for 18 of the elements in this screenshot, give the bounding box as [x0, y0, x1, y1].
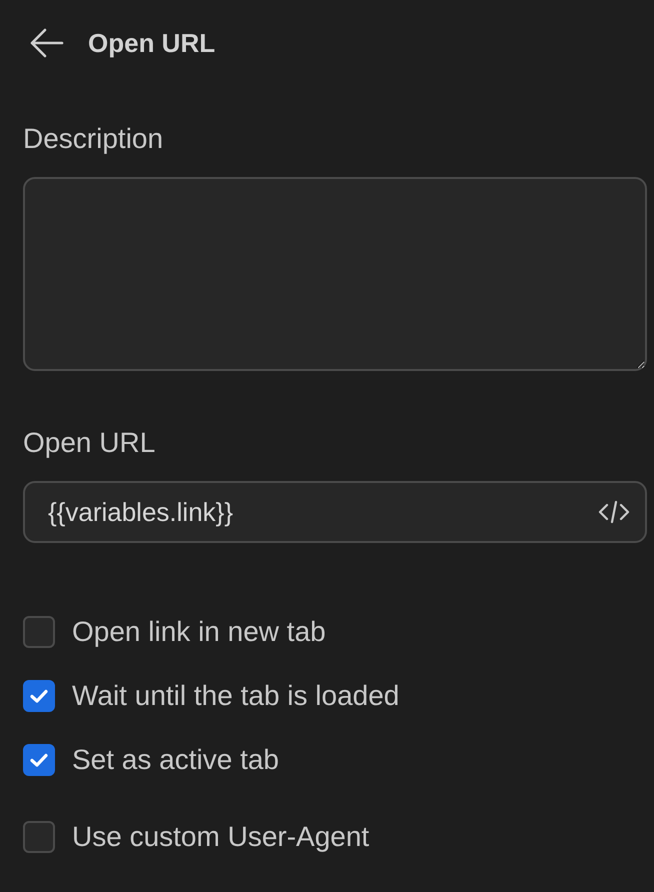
check-icon: [30, 753, 48, 767]
checkbox[interactable]: [23, 821, 55, 853]
check-icon: [30, 689, 48, 703]
back-button[interactable]: [30, 28, 64, 58]
checkbox-label[interactable]: Set as active tab: [72, 743, 280, 777]
field-label: Open URL: [23, 426, 156, 460]
checkbox[interactable]: [23, 744, 55, 776]
checkbox[interactable]: [23, 616, 55, 648]
checkbox-label[interactable]: Wait until the tab is loaded: [72, 679, 400, 713]
description-field[interactable]: [23, 177, 647, 371]
url-field[interactable]: {{variables.link}}: [23, 481, 647, 543]
code-icon[interactable]: [598, 500, 630, 524]
field-label: Description: [23, 122, 164, 156]
page-title: Open URL: [88, 27, 216, 60]
checkbox-label[interactable]: Open link in new tab: [72, 615, 326, 649]
checkbox[interactable]: [23, 680, 55, 712]
back-arrow-icon: [30, 28, 64, 58]
checkbox-label[interactable]: Use custom User-Agent: [72, 820, 370, 854]
